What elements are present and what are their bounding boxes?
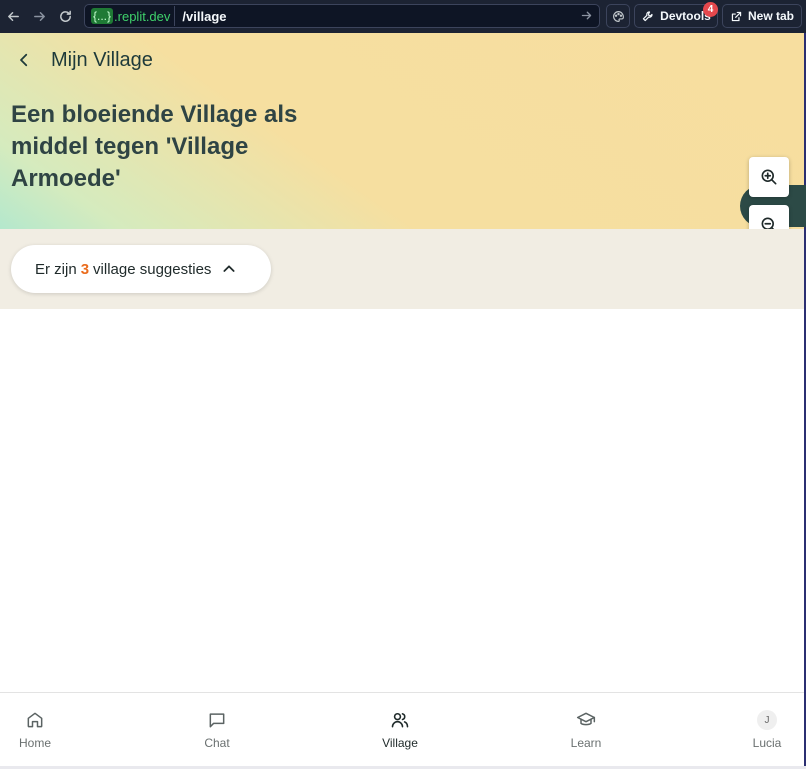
chevron-up-icon <box>223 265 235 272</box>
nav-chat[interactable]: Chat <box>177 693 257 765</box>
bottom-nav: Home Chat Village Learn J Lucia <box>0 692 804 765</box>
chevron-left-icon <box>20 53 28 67</box>
village-heading: Een bloeiende Village als middel tegen '… <box>11 101 298 192</box>
url-bar[interactable]: {...} .replit.dev /village <box>84 4 600 28</box>
app-viewport: Mijn Village Een bloeiende Village als m… <box>0 33 806 769</box>
zoom-in-icon <box>761 169 777 185</box>
domain-prefix: {...} <box>91 8 114 24</box>
nav-learn[interactable]: Learn <box>546 693 626 765</box>
zoom-in-button[interactable] <box>749 157 789 197</box>
users-icon <box>389 709 411 731</box>
nav-chat-label: Chat <box>204 736 230 750</box>
suggestions-suffix: village suggesties <box>93 260 212 278</box>
suggestions-band: Er zijn 3 village suggesties <box>0 229 804 309</box>
village-header: Mijn Village Een bloeiende Village als m… <box>0 33 806 245</box>
palette-button[interactable] <box>606 4 630 28</box>
nav-profile-label: Lucia <box>752 736 782 750</box>
reload-icon[interactable] <box>52 3 78 31</box>
new-tab-button[interactable]: New tab <box>722 4 802 28</box>
chat-icon <box>206 709 228 731</box>
page-title: Mijn Village <box>51 49 153 71</box>
nav-learn-label: Learn <box>570 736 602 750</box>
home-icon <box>24 709 46 731</box>
nav-home-label: Home <box>18 736 51 750</box>
nav-village[interactable]: Village <box>360 693 440 765</box>
nav-home[interactable]: Home <box>0 693 75 765</box>
back-button[interactable] <box>12 48 36 72</box>
domain-suffix: .replit.dev <box>114 8 171 24</box>
suggestions-count: 3 <box>80 260 90 278</box>
nav-village-label: Village <box>382 736 418 750</box>
wrench-icon <box>642 10 653 21</box>
back-arrow-icon[interactable] <box>0 3 26 31</box>
domain-chip: {...} .replit.dev <box>87 6 176 26</box>
avatar-initial: J <box>757 710 777 730</box>
external-link-icon <box>731 11 742 21</box>
palette-icon <box>612 10 624 22</box>
go-arrow-icon[interactable] <box>580 9 593 27</box>
forward-arrow-icon[interactable] <box>26 3 52 31</box>
devtools-badge: 4 <box>703 2 718 17</box>
new-tab-label: New tab <box>747 9 794 23</box>
graduation-cap-icon <box>575 709 597 731</box>
suggestions-prefix: Er zijn <box>35 260 77 278</box>
nav-profile[interactable]: J Lucia <box>727 693 806 765</box>
url-path: /village <box>182 8 227 24</box>
profile-avatar: J <box>756 709 778 731</box>
suggestions-toggle[interactable]: Er zijn 3 village suggesties <box>11 245 271 293</box>
